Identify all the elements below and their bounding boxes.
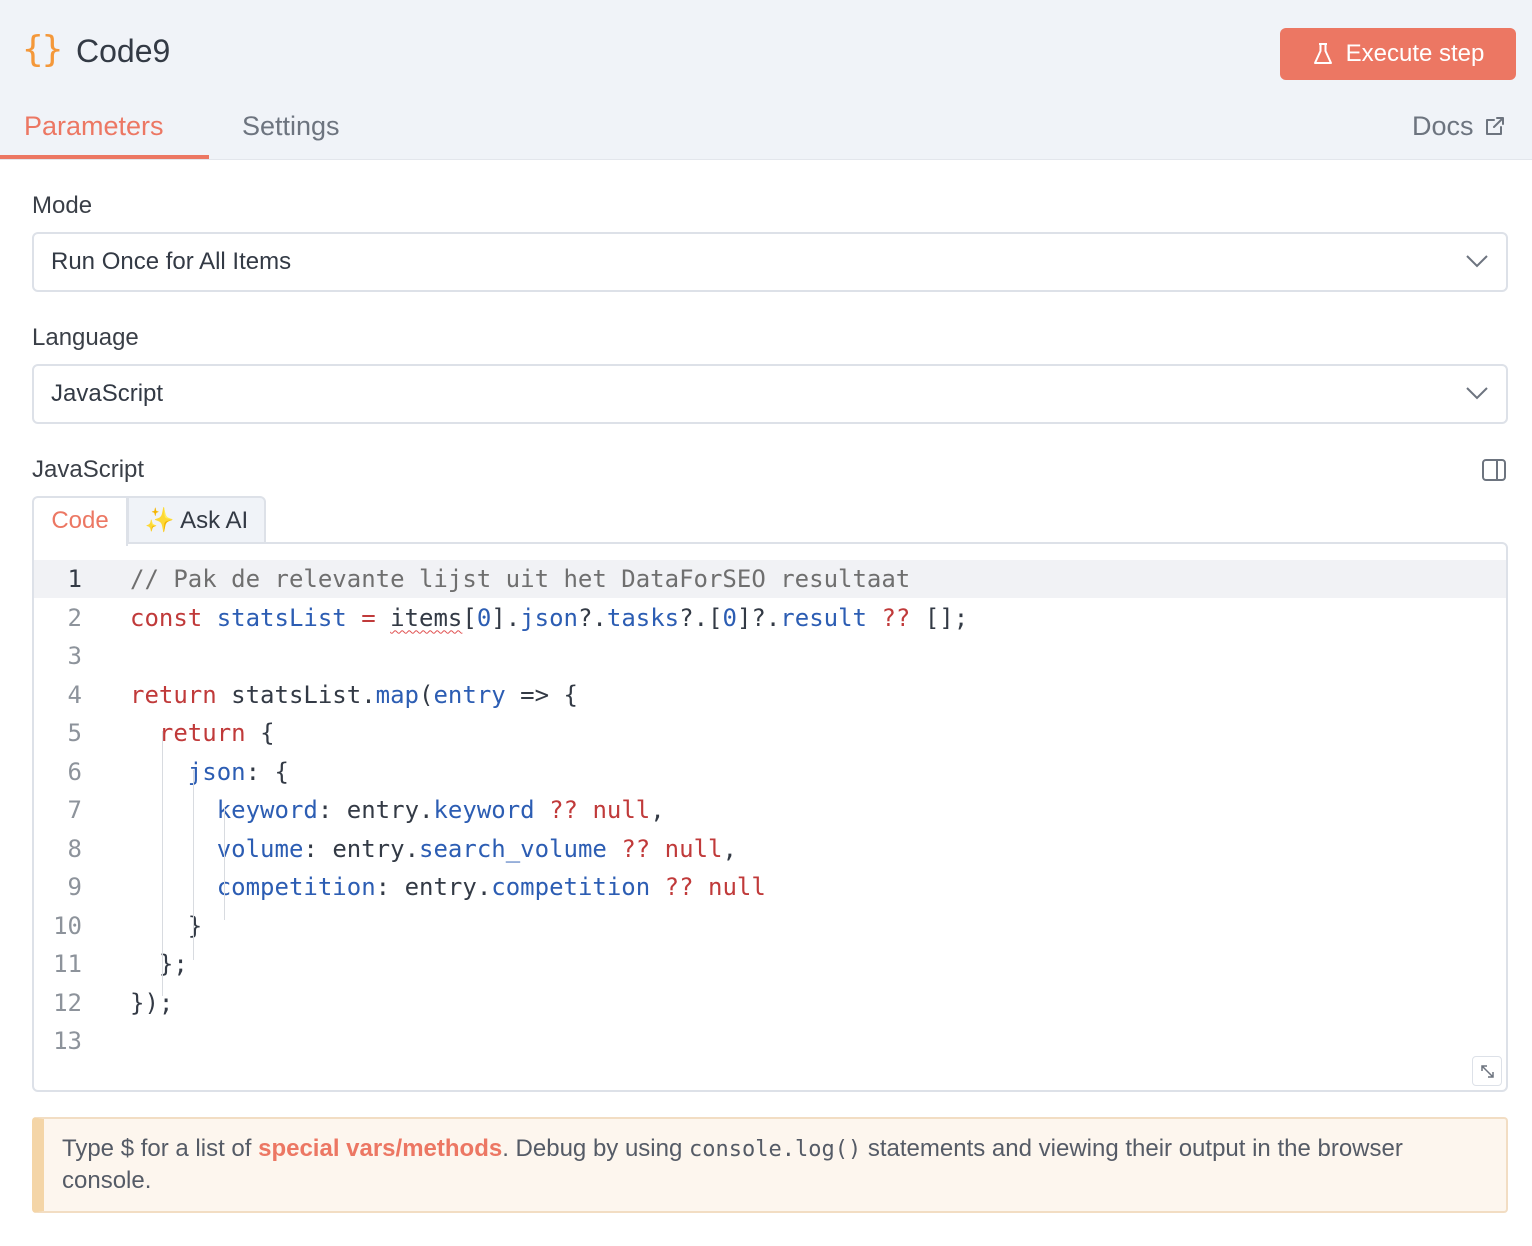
code-text: json: { [187, 757, 289, 786]
code-text: competition: entry.competition ?? null [216, 873, 766, 901]
code-line[interactable]: 12}); [34, 984, 1506, 1022]
tab-parameters[interactable]: Parameters [24, 108, 164, 144]
hint-text-pre: Type $ for a list of [62, 1135, 259, 1162]
code-text: // Pak de relevante lijst uit het DataFo… [130, 565, 911, 593]
flask-icon [1313, 43, 1332, 64]
line-number: 12 [53, 988, 82, 1017]
chevron-down-icon [1466, 255, 1488, 268]
code-text: volume: entry.search_volume ?? null, [216, 834, 737, 863]
execute-step-label: Execute step [1345, 40, 1485, 67]
editor-label: JavaScript [32, 456, 145, 483]
code-text: return statsList.map(entry => { [130, 680, 578, 709]
docs-label: Docs [1412, 111, 1474, 141]
chevron-down-icon [1466, 387, 1488, 400]
ask-ai-label: Ask AI [180, 507, 249, 534]
line-number: 10 [53, 911, 82, 940]
code-line[interactable]: 6 json: { [34, 753, 1506, 791]
line-number: 9 [67, 873, 82, 901]
code-text: keyword: entry.keyword ?? null, [216, 796, 665, 824]
code-line[interactable]: 9 competition: entry.competition ?? null [34, 868, 1506, 906]
line-number: 1 [67, 565, 82, 593]
code-line[interactable]: 5 return { [34, 714, 1506, 752]
line-number: 4 [67, 680, 82, 709]
language-select[interactable]: JavaScript [32, 364, 1508, 424]
line-number: 7 [67, 796, 82, 824]
code-text: }); [130, 988, 174, 1017]
line-number: 2 [67, 603, 82, 632]
tab-code[interactable]: Code [32, 496, 128, 546]
line-number: 13 [53, 1027, 82, 1055]
side-panel-icon[interactable] [1481, 457, 1507, 483]
tab-settings[interactable]: Settings [242, 108, 340, 144]
node-title[interactable]: Code9 [76, 30, 170, 72]
external-link-icon [1485, 117, 1504, 135]
code-line[interactable]: 3 [34, 637, 1506, 675]
language-value: JavaScript [51, 380, 164, 407]
hint-code: console.log() [689, 1137, 862, 1162]
code-text: const statsList = items[0].json?.tasks?.… [130, 603, 969, 632]
mode-value: Run Once for All Items [51, 248, 292, 275]
hint-text-mid: . Debug by using [502, 1135, 690, 1162]
line-number: 5 [67, 719, 82, 747]
mode-select[interactable]: Run Once for All Items [32, 232, 1508, 292]
tab-ask-ai[interactable]: ✨ Ask AI [127, 496, 266, 544]
code-line[interactable]: 2 const statsList = items[0].json?.tasks?… [34, 599, 1506, 637]
code-text: }; [158, 950, 188, 978]
code-line[interactable]: 10 } [34, 907, 1506, 945]
docs-link[interactable]: Docs [1412, 108, 1506, 144]
resize-icon [1481, 1065, 1494, 1078]
code-editor[interactable]: 1 // Pak de relevante lijst uit het DataF… [32, 542, 1508, 1092]
hint-notice: Type $ for a list of special vars/method… [32, 1117, 1508, 1213]
indent-guide [224, 808, 225, 920]
mode-label: Mode [32, 192, 93, 219]
code-text: } [187, 911, 203, 940]
active-tab-indicator [0, 155, 209, 159]
code-line[interactable]: 4 return statsList.map(entry => { [34, 676, 1506, 714]
code-line[interactable]: 11 }; [34, 945, 1506, 983]
code-line[interactable]: 8 volume: entry.search_volume ?? null, [34, 830, 1506, 868]
indent-guide [193, 770, 194, 960]
execute-step-button[interactable]: Execute step [1280, 28, 1516, 80]
code-line[interactable]: 1 // Pak de relevante lijst uit het DataF… [34, 560, 1506, 598]
node-header: {} Code9 Execute step Parameters Setting… [0, 0, 1532, 160]
braces-icon: {} [22, 29, 63, 70]
code-line[interactable]: 7 keyword: entry.keyword ?? null, [34, 791, 1506, 829]
special-vars-link[interactable]: special vars/methods [258, 1135, 502, 1162]
sparkles-icon: ✨ [144, 507, 175, 534]
code-line[interactable]: 13 [34, 1022, 1506, 1060]
expand-editor-button[interactable] [1472, 1056, 1502, 1086]
indent-guide [162, 731, 163, 996]
language-label: Language [32, 324, 139, 351]
line-number: 3 [67, 642, 82, 670]
line-number: 6 [67, 757, 82, 786]
code-text: return { [158, 719, 275, 747]
line-number: 11 [53, 950, 82, 978]
line-number: 8 [67, 834, 82, 863]
